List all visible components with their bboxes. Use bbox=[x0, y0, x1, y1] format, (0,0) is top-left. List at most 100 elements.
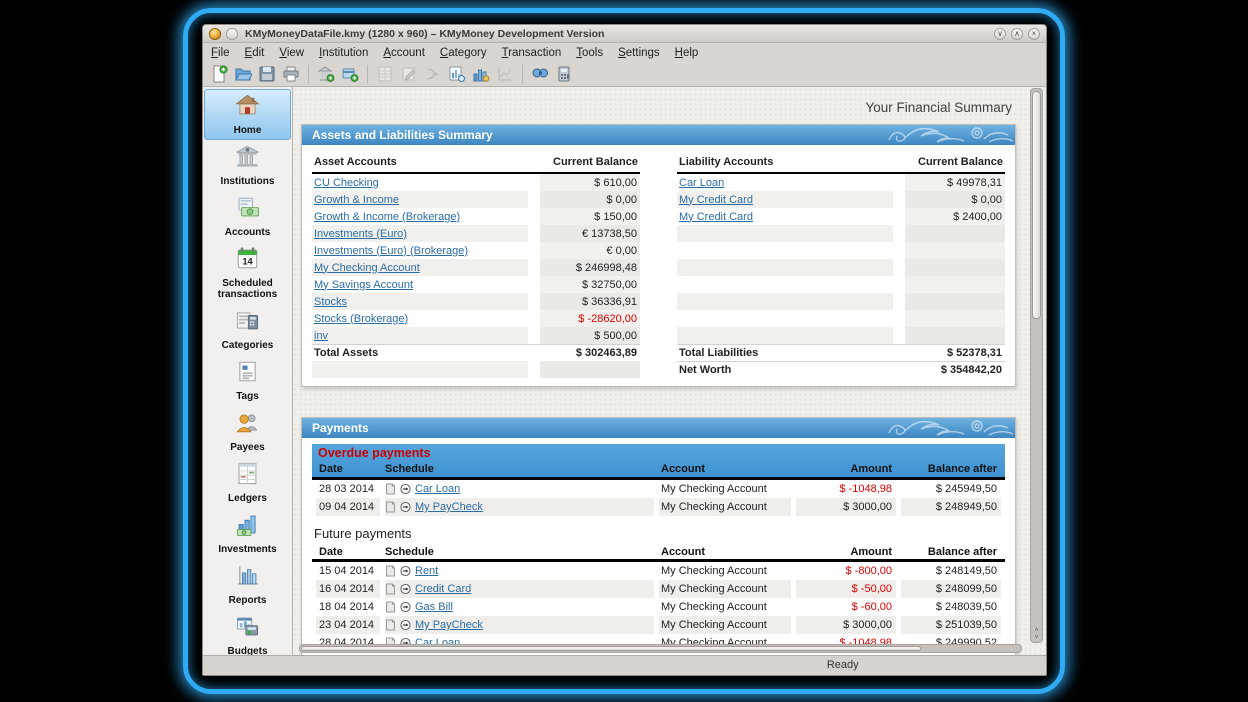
new-file-icon[interactable] bbox=[209, 64, 229, 84]
payment-cell: 15 04 2014 bbox=[316, 562, 380, 580]
horizontal-scrollbar[interactable] bbox=[299, 644, 1022, 653]
sidebar-item-tags[interactable]: Tags bbox=[204, 355, 291, 406]
payees-icon bbox=[234, 409, 261, 441]
new-institution-icon[interactable] bbox=[316, 64, 336, 84]
enter-schedule-icon[interactable] bbox=[400, 565, 411, 577]
enter-schedule-icon[interactable] bbox=[400, 583, 411, 595]
overdue-payment-row: 09 04 2014My PayCheckMy Checking Account… bbox=[312, 498, 1005, 516]
shade-button[interactable] bbox=[226, 28, 238, 40]
account-link[interactable]: My Credit Card bbox=[679, 194, 753, 206]
chart-icon[interactable] bbox=[471, 64, 491, 84]
menu-institution[interactable]: Institution bbox=[319, 47, 368, 59]
account-link[interactable]: Growth & Income bbox=[314, 194, 399, 206]
account-link[interactable]: My Checking Account bbox=[314, 262, 420, 274]
account-link[interactable]: My Credit Card bbox=[679, 211, 753, 223]
sidebar-item-reports[interactable]: Reports bbox=[204, 559, 291, 610]
menu-settings[interactable]: Settings bbox=[618, 47, 660, 59]
schedule-link[interactable]: My PayCheck bbox=[415, 619, 483, 631]
performance-chart-icon bbox=[495, 64, 515, 84]
account-link[interactable]: Growth & Income (Brokerage) bbox=[314, 211, 460, 223]
close-button[interactable]: × bbox=[1028, 28, 1040, 40]
schedule-link[interactable]: Credit Card bbox=[415, 583, 471, 595]
sidebar-item-home[interactable]: Home bbox=[204, 89, 291, 140]
save-icon[interactable] bbox=[257, 64, 277, 84]
open-file-icon[interactable] bbox=[233, 64, 253, 84]
minimize-button[interactable]: ∨ bbox=[994, 28, 1006, 40]
note-icon bbox=[385, 583, 396, 595]
sidebar-item-ledgers[interactable]: Ledgers bbox=[204, 457, 291, 508]
maximize-button[interactable]: ∧ bbox=[1011, 28, 1023, 40]
account-link[interactable]: Investments (Euro) bbox=[314, 228, 407, 240]
payment-cell: $ 248099,50 bbox=[901, 580, 1001, 598]
sidebar-item-accounts[interactable]: Accounts bbox=[204, 191, 291, 242]
payments-box: Payments Overdue payments bbox=[301, 417, 1016, 655]
print-icon[interactable] bbox=[281, 64, 301, 84]
schedule-link[interactable]: Car Loan bbox=[415, 483, 460, 495]
enter-schedule-icon[interactable] bbox=[400, 483, 411, 495]
empty-row bbox=[312, 361, 640, 378]
payment-cell: $ 248039,50 bbox=[901, 598, 1001, 616]
payment-cell: My Checking Account bbox=[659, 480, 791, 498]
enter-schedule-icon[interactable] bbox=[400, 501, 411, 513]
budgets-icon bbox=[234, 613, 261, 645]
sidebar-item-payees[interactable]: Payees bbox=[204, 406, 291, 457]
column-header-schedule: Schedule bbox=[385, 545, 654, 559]
account-link[interactable]: Stocks bbox=[314, 296, 347, 308]
payment-cell: Credit Card bbox=[385, 580, 654, 598]
account-link[interactable]: Car Loan bbox=[679, 177, 724, 189]
vertical-scrollbar[interactable]: ˄˅ bbox=[1030, 88, 1043, 643]
toolbar-separator bbox=[367, 65, 368, 83]
column-header-amount: Amount bbox=[796, 461, 896, 477]
menu-transaction[interactable]: Transaction bbox=[502, 47, 562, 59]
sidebar-item-budgets[interactable]: Budgets bbox=[204, 610, 291, 655]
overdue-payments-rows: 28 03 2014Car LoanMy Checking Account$ -… bbox=[312, 480, 1005, 516]
asset-row: My Savings Account$ 32750,00 bbox=[312, 276, 640, 293]
asset-row: Investments (Euro) (Brokerage)€ 0,00 bbox=[312, 242, 640, 259]
account-link[interactable]: CU Checking bbox=[314, 177, 379, 189]
table-header: Asset AccountsCurrent Balance bbox=[312, 153, 640, 174]
vertical-scrollbar-thumb[interactable] bbox=[1032, 91, 1041, 319]
new-account-icon[interactable] bbox=[340, 64, 360, 84]
total-liabilities-row: Total Liabilities$ 52378,31 bbox=[677, 344, 1005, 361]
home-view: Your Financial Summary Assets and Liabil… bbox=[293, 87, 1046, 655]
sidebar-item-categories[interactable]: Categories bbox=[204, 304, 291, 355]
empty-row bbox=[677, 276, 1005, 293]
schedule-link[interactable]: Gas Bill bbox=[415, 601, 453, 613]
account-link[interactable]: My Savings Account bbox=[314, 279, 413, 291]
account-link[interactable]: Stocks (Brokerage) bbox=[314, 313, 408, 325]
menu-edit[interactable]: Edit bbox=[245, 47, 265, 59]
menu-tools[interactable]: Tools bbox=[576, 47, 603, 59]
future-payments-title: Future payments bbox=[314, 526, 1003, 543]
page-title: Your Financial Summary bbox=[301, 100, 1012, 115]
enter-schedule-icon[interactable] bbox=[400, 601, 411, 613]
empty-row bbox=[677, 259, 1005, 276]
sidebar-item-scheduled-transactions[interactable]: 14Scheduled transactions bbox=[204, 242, 291, 304]
reports-icon[interactable] bbox=[447, 64, 467, 84]
ledgers-icon bbox=[234, 460, 261, 492]
sidebar-item-investments[interactable]: Investments bbox=[204, 508, 291, 559]
net-worth-row: Net Worth$ 354842,20 bbox=[677, 361, 1005, 378]
schedule-link[interactable]: Rent bbox=[415, 565, 438, 577]
sidebar-item-institutions[interactable]: Institutions bbox=[204, 140, 291, 191]
window-controls: ∨ ∧ × bbox=[994, 28, 1040, 40]
column-header-date: Date bbox=[316, 545, 380, 559]
find-transaction-icon[interactable] bbox=[530, 64, 550, 84]
horizontal-scrollbar-thumb[interactable] bbox=[301, 646, 921, 651]
app-window: KMyMoneyDataFile.kmy (1280 x 960) – KMyM… bbox=[202, 24, 1047, 676]
menu-category[interactable]: Category bbox=[440, 47, 487, 59]
calculator-icon[interactable] bbox=[554, 64, 574, 84]
titlebar[interactable]: KMyMoneyDataFile.kmy (1280 x 960) – KMyM… bbox=[203, 25, 1046, 43]
menu-view[interactable]: View bbox=[279, 47, 304, 59]
schedule-link[interactable]: My PayCheck bbox=[415, 501, 483, 513]
menu-account[interactable]: Account bbox=[383, 47, 425, 59]
account-link[interactable]: Investments (Euro) (Brokerage) bbox=[314, 245, 468, 257]
column-header-account: Account bbox=[659, 545, 791, 559]
menu-file[interactable]: File bbox=[211, 47, 230, 59]
account-link[interactable]: inv bbox=[314, 330, 328, 342]
scrollbar-arrows[interactable]: ˄˅ bbox=[1031, 627, 1042, 641]
sidebar-item-label: Scheduled transactions bbox=[205, 278, 290, 300]
enter-schedule-icon[interactable] bbox=[400, 619, 411, 631]
menu-help[interactable]: Help bbox=[675, 47, 699, 59]
payment-cell: $ 248949,50 bbox=[901, 498, 1001, 516]
empty-row bbox=[677, 310, 1005, 327]
